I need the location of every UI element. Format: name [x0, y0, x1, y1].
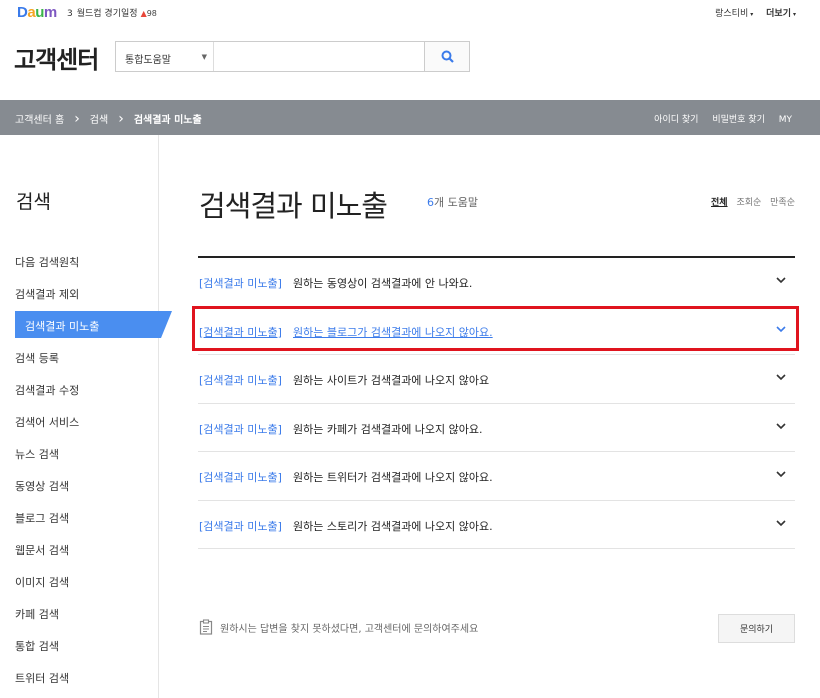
sidebar-item[interactable]: 검색결과 제외 [0, 279, 172, 311]
sidebar-item[interactable]: 검색 등록 [0, 343, 172, 375]
find-password-link[interactable]: 비밀번호 찾기 [712, 115, 765, 125]
sidebar-item-label: 검색결과 제외 [15, 288, 80, 301]
sidebar-item-label: 웹문서 검색 [15, 544, 70, 557]
sidebar-item-label: 다음 검색원칙 [15, 256, 80, 269]
search-box: 통합도움말 ▼ [115, 41, 470, 72]
sort-options: 전체 조회순 만족순 [705, 195, 795, 208]
help-message: 원하시는 답변을 찾지 못하셨다면, 고객센터에 문의하여주세요 [199, 619, 478, 635]
my-link[interactable]: MY [779, 115, 792, 125]
chevron-down-icon [776, 471, 786, 478]
chevron-down-icon [776, 374, 786, 381]
help-count-suffix: 개 도움말 [434, 196, 478, 209]
faq-item[interactable]: [검색결과 미노출] 원하는 스토리가 검색결과에 나오지 않아요. [198, 501, 795, 549]
account-links: 아이디 찾기 비밀번호 찾기 MY [643, 112, 792, 125]
sidebar-item[interactable]: 이미지 검색 [0, 567, 172, 599]
logo-letter: D [17, 4, 28, 21]
sidebar-item-label: 검색결과 미노출 [25, 320, 100, 333]
faq-tag: [검색결과 미노출] [199, 277, 282, 290]
sidebar-item[interactable]: 검색어 서비스 [0, 407, 172, 439]
service-title[interactable]: 고객센터 [14, 40, 99, 75]
faq-tag: [검색결과 미노출] [199, 374, 282, 387]
sidebar-list: 다음 검색원칙 검색결과 제외 검색결과 미노출 검색 등록 검색결과 수정 검… [0, 247, 172, 695]
faq-question: 원하는 스토리가 검색결과에 나오지 않아요. [293, 519, 493, 533]
sidebar-item-label: 검색 등록 [15, 352, 59, 365]
rank-text: 월드컵 경기일정 [76, 9, 138, 19]
sidebar-item-label: 카페 검색 [15, 608, 59, 621]
help-count: 6개 도움말 [427, 194, 478, 210]
logo-letter: u [35, 4, 44, 21]
breadcrumb-current: 검색결과 미노출 [133, 115, 202, 126]
sidebar-item-label: 블로그 검색 [15, 512, 70, 525]
chevron-down-icon: ▾ [750, 11, 754, 18]
sidebar-item[interactable]: 카페 검색 [0, 599, 172, 631]
daum-logo[interactable]: Daum [17, 4, 57, 21]
sidebar-item[interactable]: 동영상 검색 [0, 471, 172, 503]
chevron-right-icon: › [74, 110, 80, 127]
sidebar-item[interactable]: 블로그 검색 [0, 503, 172, 535]
sidebar-item-label: 검색어 서비스 [15, 416, 80, 429]
sidebar-item-active[interactable]: 검색결과 미노출 [0, 311, 172, 343]
top-links: 랑스티비 ▾ 더보기 ▾ [705, 6, 796, 19]
breadcrumb-bar: 고객센터 홈 › 검색 › 검색결과 미노출 아이디 찾기 비밀번호 찾기 MY [0, 100, 820, 135]
sidebar-title: 검색 [16, 191, 51, 213]
sort-views[interactable]: 조회순 [736, 198, 761, 208]
sidebar-item[interactable]: 웹문서 검색 [0, 535, 172, 567]
find-id-link[interactable]: 아이디 찾기 [654, 115, 698, 125]
sidebar-item-label: 통합 검색 [15, 640, 59, 653]
faq-tag: [검색결과 미노출] [199, 422, 282, 436]
faq-item[interactable]: [검색결과 미노출] 원하는 카페가 검색결과에 나오지 않아요. [198, 404, 795, 452]
sidebar-item[interactable]: 통합 검색 [0, 631, 172, 663]
faq-tag: [검색결과 미노출] [199, 471, 282, 484]
sidebar-item[interactable]: 뉴스 검색 [0, 439, 172, 471]
top-bar: Daum 3 월드컵 경기일정 ▲98 랑스티비 ▾ 더보기 ▾ [0, 0, 820, 24]
faq-list: [검색결과 미노출] 원하는 동영상이 검색결과에 안 나와요. [검색결과 미… [198, 256, 795, 549]
search-scope-select[interactable]: 통합도움말 ▼ [116, 42, 214, 71]
logo-letter: m [43, 4, 57, 21]
realtime-rank[interactable]: 3 월드컵 경기일정 ▲98 [67, 6, 157, 19]
breadcrumb-category[interactable]: 검색 [90, 111, 108, 126]
sidebar-item-label: 이미지 검색 [15, 576, 70, 589]
sidebar: 검색 다음 검색원칙 검색결과 제외 검색결과 미노출 검색 등록 검색결과 수… [0, 135, 172, 698]
sidebar-item[interactable]: 검색결과 수정 [0, 375, 172, 407]
faq-item[interactable]: [검색결과 미노출] 원하는 사이트가 검색결과에 나오지 않아요 [198, 355, 795, 404]
caret-down-icon: ▼ [201, 53, 207, 61]
search-scope-value: 통합도움말 [125, 55, 171, 66]
faq-question: 원하는 트위터가 검색결과에 나오지 않아요. [293, 471, 493, 484]
faq-item[interactable]: [검색결과 미노출] 원하는 트위터가 검색결과에 나오지 않아요. [198, 452, 795, 501]
rank-number: 3 [67, 9, 73, 19]
search-button[interactable] [424, 42, 469, 71]
chevron-down-icon: ▾ [792, 11, 796, 18]
sidebar-item-label: 동영상 검색 [15, 480, 70, 493]
help-count-number: 6 [427, 196, 434, 209]
faq-tag: [검색결과 미노출] [199, 519, 282, 533]
clipboard-icon [199, 619, 213, 635]
chevron-down-icon [776, 422, 786, 429]
breadcrumb: 고객센터 홈 › 검색 › 검색결과 미노출 [15, 110, 202, 127]
more-menu[interactable]: 더보기 [766, 9, 791, 19]
faq-item[interactable]: [검색결과 미노출] 원하는 동영상이 검색결과에 안 나와요. [198, 258, 795, 307]
faq-question: 원하는 사이트가 검색결과에 나오지 않아요 [293, 374, 490, 387]
highlight-box [192, 306, 799, 351]
breadcrumb-home[interactable]: 고객센터 홈 [15, 111, 64, 126]
sidebar-item-label: 뉴스 검색 [15, 448, 59, 461]
sidebar-item-label: 트위터 검색 [15, 672, 70, 685]
chevron-down-icon [776, 277, 786, 284]
sort-all[interactable]: 전체 [711, 198, 728, 208]
sidebar-item[interactable]: 다음 검색원칙 [0, 247, 172, 279]
search-input[interactable] [215, 42, 425, 71]
logo-letter: a [27, 4, 36, 21]
chevron-down-icon [776, 519, 786, 526]
top-link[interactable]: 랑스티비 [715, 9, 748, 19]
chevron-right-icon: › [118, 110, 124, 127]
faq-question: 원하는 동영상이 검색결과에 안 나와요. [293, 277, 473, 290]
inquiry-button[interactable]: 문의하기 [718, 614, 795, 643]
help-text: 원하시는 답변을 찾지 못하셨다면, 고객센터에 문의하여주세요 [220, 623, 479, 635]
rank-change: 98 [146, 9, 157, 18]
sidebar-item-label: 검색결과 수정 [15, 384, 80, 397]
faq-question: 원하는 카페가 검색결과에 나오지 않아요. [293, 422, 483, 436]
page-title: 검색결과 미노출 [199, 189, 388, 223]
sidebar-item[interactable]: 트위터 검색 [0, 663, 172, 695]
sort-satisfaction[interactable]: 만족순 [770, 198, 795, 208]
search-icon [441, 50, 454, 63]
